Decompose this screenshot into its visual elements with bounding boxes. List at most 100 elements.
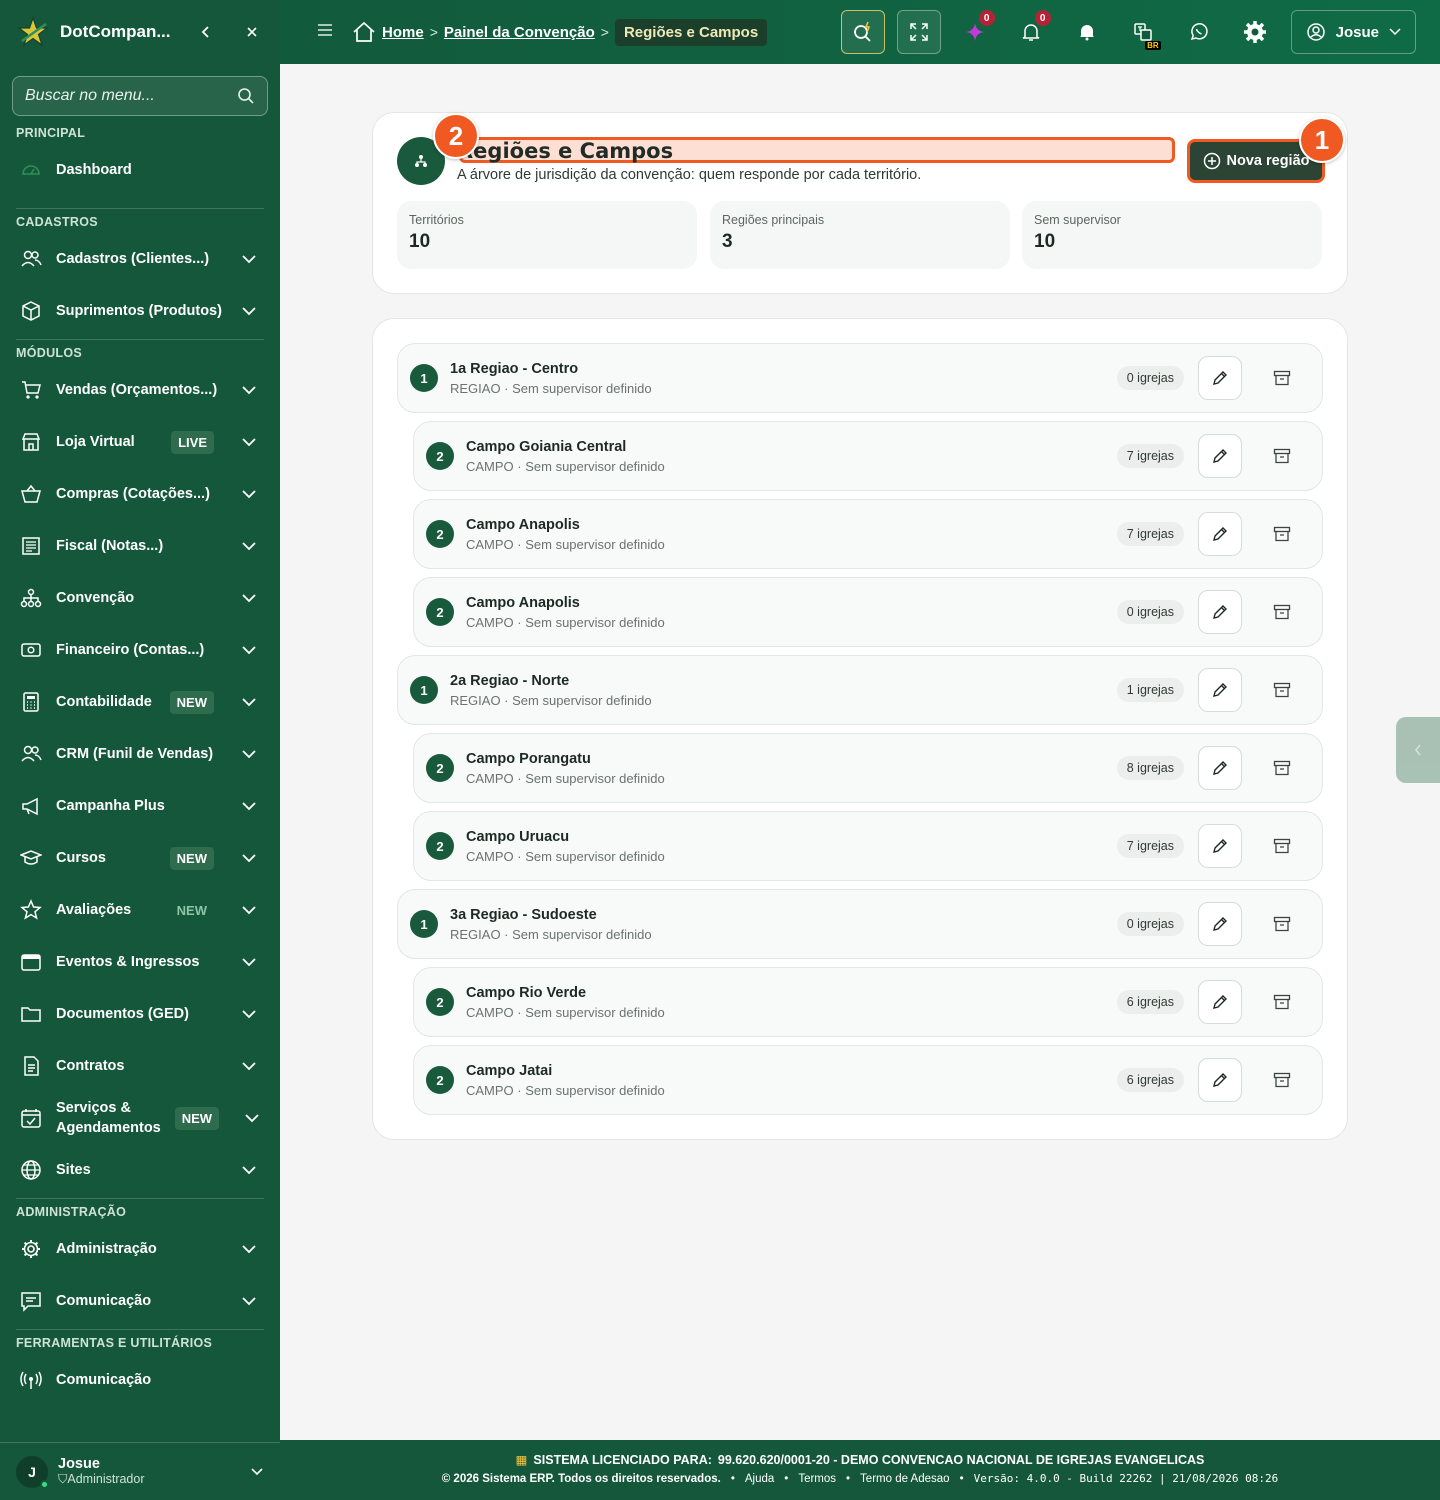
sidebar-item-label: Loja Virtual xyxy=(56,434,135,450)
sidebar-item-vendas[interactable]: Vendas (Orçamentos...) xyxy=(0,364,280,416)
alerts-button[interactable] xyxy=(1065,10,1109,54)
sidebar-item-financeiro[interactable]: Financeiro (Contas...) xyxy=(0,624,280,676)
settings-button[interactable] xyxy=(1233,10,1277,54)
breadcrumb-painel[interactable]: Painel da Convenção xyxy=(444,24,595,41)
side-panel-toggle[interactable] xyxy=(1396,717,1440,783)
church-count-badge: 1 igrejas xyxy=(1116,678,1184,702)
chevron-down-icon xyxy=(238,743,260,765)
archive-button[interactable] xyxy=(1260,590,1304,634)
edit-button[interactable] xyxy=(1198,668,1242,712)
stat-value: 10 xyxy=(409,231,431,252)
adhesion-link[interactable]: Termo de Adesao xyxy=(860,1473,950,1485)
sidebar-item-contratos[interactable]: Contratos xyxy=(0,1040,280,1092)
level-badge: 2 xyxy=(426,520,454,548)
sidebar-item-fiscal[interactable]: Fiscal (Notas...) xyxy=(0,520,280,572)
translate-icon xyxy=(1133,23,1152,41)
users-icon xyxy=(20,248,42,270)
sidebar-item-avaliacoes[interactable]: Avaliações NEW xyxy=(0,884,280,936)
edit-button[interactable] xyxy=(1198,746,1242,790)
divider xyxy=(16,339,264,340)
user-role-label: Administrador xyxy=(67,1472,145,1486)
user-profile-menu[interactable]: J Josue ⛉Administrador xyxy=(0,1442,280,1500)
home-icon xyxy=(353,21,375,42)
edit-button[interactable] xyxy=(1198,1058,1242,1102)
sidebar-item-cadastros[interactable]: Cadastros (Clientes...) xyxy=(0,233,280,285)
territory-row: 2 Campo Rio Verde CAMPO · Sem supervisor d… xyxy=(413,967,1323,1037)
sidebar-item-comunicacao-admin[interactable]: Comunicação xyxy=(0,1275,280,1327)
notification-count-badge: 0 xyxy=(1034,10,1051,26)
whatsapp-button[interactable] xyxy=(1177,10,1221,54)
sidebar-item-label: Avaliações xyxy=(56,902,132,918)
pencil-icon xyxy=(1213,995,1227,1009)
annotation-marker-2: 2 xyxy=(433,113,479,159)
sidebar-item-comunicacao-tools[interactable]: Comunicação xyxy=(0,1354,280,1406)
territory-row: 2 Campo Anapolis CAMPO · Sem supervisor de… xyxy=(413,499,1323,569)
sidebar-item-contabilidade[interactable]: Contabilidade NEW xyxy=(0,676,280,728)
edit-button[interactable] xyxy=(1198,902,1242,946)
edit-button[interactable] xyxy=(1198,980,1242,1024)
users-icon xyxy=(20,743,42,765)
level-badge: 1 xyxy=(410,910,438,938)
section-modulos: MÓDULOS xyxy=(16,346,82,360)
archive-button[interactable] xyxy=(1260,356,1304,400)
help-link[interactable]: Ajuda xyxy=(745,1473,774,1485)
sidebar-item-crm[interactable]: CRM (Funil de Vendas) xyxy=(0,728,280,780)
user-menu-button[interactable]: Josue xyxy=(1290,10,1416,54)
menu-search-input[interactable]: Buscar no menu... xyxy=(12,76,268,116)
sidebar-item-cursos[interactable]: Cursos NEW xyxy=(0,832,280,884)
language-button[interactable]: BR xyxy=(1121,10,1165,54)
archive-button[interactable] xyxy=(1260,1058,1304,1102)
chevron-down-icon xyxy=(238,847,260,869)
avatar-initial: J xyxy=(28,1463,36,1480)
archive-button[interactable] xyxy=(1260,434,1304,478)
archive-button[interactable] xyxy=(1260,668,1304,712)
store-icon xyxy=(20,431,42,453)
archive-icon xyxy=(1273,526,1291,542)
sidebar-item-convencao[interactable]: Convenção xyxy=(0,572,280,624)
sidebar-item-campanha[interactable]: Campanha Plus xyxy=(0,780,280,832)
archive-button[interactable] xyxy=(1260,980,1304,1024)
sidebar-item-suprimentos[interactable]: Suprimentos (Produtos) xyxy=(0,285,280,337)
new-badge: NEW xyxy=(174,1106,220,1130)
hamburger-menu-button[interactable] xyxy=(316,23,336,42)
chevron-down-icon xyxy=(238,1003,260,1025)
pencil-icon xyxy=(1213,449,1227,463)
quick-search-button[interactable] xyxy=(840,10,885,54)
collapse-sidebar-button[interactable] xyxy=(194,20,218,44)
breadcrumb-home[interactable]: Home xyxy=(382,24,424,41)
hierarchy-icon xyxy=(20,587,42,609)
archive-button[interactable] xyxy=(1260,902,1304,946)
sidebar-item-loja-virtual[interactable]: Loja Virtual LIVE xyxy=(0,416,280,468)
license-label: SISTEMA LICENCIADO PARA: xyxy=(533,1452,712,1467)
fullscreen-button[interactable] xyxy=(896,10,941,54)
terms-link[interactable]: Termos xyxy=(798,1473,836,1485)
edit-button[interactable] xyxy=(1198,434,1242,478)
sidebar-item-servicos[interactable]: Serviços & Agendamentos NEW xyxy=(0,1092,280,1144)
archive-button[interactable] xyxy=(1260,746,1304,790)
close-sidebar-button[interactable] xyxy=(240,20,264,44)
breadcrumb-current: Regiões e Campos xyxy=(614,18,768,46)
sidebar-item-sites[interactable]: Sites xyxy=(0,1144,280,1196)
edit-button[interactable] xyxy=(1198,512,1242,556)
stat-sem-supervisor: Sem supervisor 10 xyxy=(1022,201,1322,269)
edit-button[interactable] xyxy=(1198,590,1242,634)
archive-button[interactable] xyxy=(1260,512,1304,556)
divider xyxy=(16,1198,264,1199)
edit-button[interactable] xyxy=(1198,356,1242,400)
sidebar-item-compras[interactable]: Compras (Cotações...) xyxy=(0,468,280,520)
sidebar-item-eventos[interactable]: Eventos & Ingressos xyxy=(0,936,280,988)
divider xyxy=(16,1329,264,1330)
notifications-button[interactable]: 0 xyxy=(1009,10,1053,54)
territory-meta: CAMPO · Sem supervisor definido xyxy=(466,1083,665,1098)
archive-icon xyxy=(1273,448,1291,464)
sidebar-item-administracao[interactable]: Administração xyxy=(0,1223,280,1275)
ai-assistant-button[interactable]: 0 xyxy=(953,10,997,54)
sidebar-item-documentos[interactable]: Documentos (GED) xyxy=(0,988,280,1040)
edit-button[interactable] xyxy=(1198,824,1242,868)
archive-button[interactable] xyxy=(1260,824,1304,868)
territory-row: 1 2a Regiao - Norte REGIAO · Sem superviso… xyxy=(397,655,1323,725)
footer: ▦ SISTEMA LICENCIADO PARA: 99.620.620/00… xyxy=(280,1440,1440,1500)
sidebar-item-dashboard[interactable]: Dashboard xyxy=(0,144,280,196)
archive-icon xyxy=(1273,916,1291,932)
sidebar-item-label: Administração xyxy=(56,1241,157,1257)
